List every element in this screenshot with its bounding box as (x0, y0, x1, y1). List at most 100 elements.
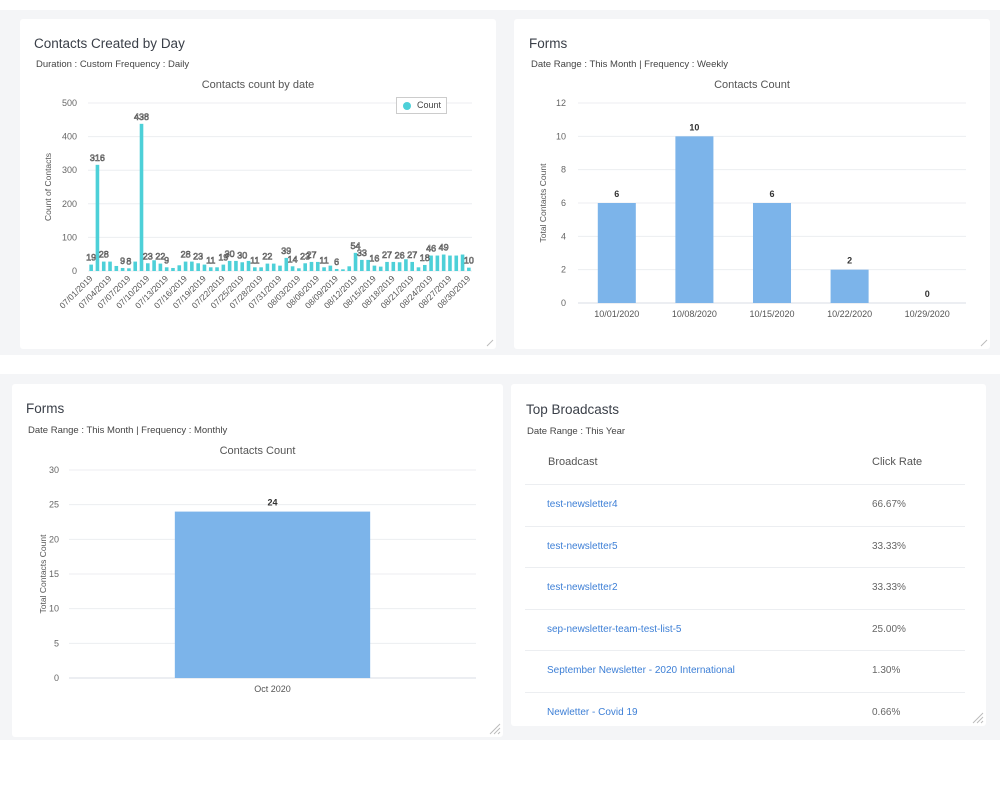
bar (278, 265, 282, 271)
card-title: Top Broadcasts (526, 402, 620, 417)
data-label: 27 (407, 250, 417, 260)
x-tick-label: Oct 2020 (254, 684, 291, 694)
bar (385, 261, 389, 271)
bar (271, 263, 276, 271)
bar (378, 266, 383, 271)
y-tick-label: 0 (72, 266, 77, 276)
data-label: 30 (225, 249, 235, 259)
bar (290, 266, 295, 271)
bar (830, 269, 869, 303)
bar (89, 264, 93, 271)
bar (303, 263, 307, 271)
bar (467, 267, 471, 271)
bar (429, 255, 433, 271)
bar (341, 269, 345, 271)
bar (127, 268, 131, 271)
column-header-broadcast[interactable]: Broadcast (548, 456, 598, 468)
broadcast-link[interactable]: sep-newsletter-team-test-list-5 (547, 624, 681, 635)
table-row: test-newsletter2 33.33% (525, 567, 965, 609)
bar (202, 264, 207, 271)
bar (208, 267, 213, 271)
data-label: 23 (143, 251, 153, 261)
bar (164, 267, 169, 271)
bar (108, 261, 112, 271)
x-tick-label: 10/01/2020 (594, 309, 639, 319)
click-rate-value: 1.30% (872, 665, 901, 676)
data-label: 23 (193, 251, 203, 261)
data-label: 18 (420, 253, 430, 263)
bar (322, 267, 326, 271)
bar (334, 268, 339, 271)
forms-weekly-card: Forms Date Range : This Month | Frequenc… (514, 19, 990, 349)
table-row: sep-newsletter-team-test-list-5 25.00% (525, 608, 965, 651)
bar (597, 203, 636, 303)
data-label: 16 (369, 254, 379, 264)
data-label: 46 (426, 244, 436, 254)
y-tick-label: 100 (62, 232, 77, 242)
data-label: 10 (689, 122, 699, 132)
bar (133, 261, 138, 271)
data-label: 26 (395, 250, 405, 260)
resize-handle-icon[interactable] (978, 337, 988, 347)
bar (422, 264, 427, 271)
bar (416, 267, 421, 271)
bar (177, 265, 182, 271)
bar (309, 261, 314, 271)
data-label: 33 (357, 248, 367, 258)
resize-handle-icon[interactable] (970, 710, 984, 724)
y-tick-label: 25 (49, 500, 59, 510)
y-axis-label: Total Contacts Count (38, 534, 48, 614)
contacts-by-day-card: Contacts Created by Day Duration : Custo… (20, 19, 496, 349)
bar (404, 259, 408, 271)
broadcast-link[interactable]: September Newsletter - 2020 Internationa… (547, 665, 735, 676)
broadcast-link[interactable]: test-newsletter2 (547, 582, 618, 593)
data-label: 28 (99, 250, 109, 260)
data-label: 9 (164, 255, 169, 265)
bar (391, 261, 396, 271)
bar (410, 261, 414, 271)
y-tick-label: 6 (561, 198, 566, 208)
y-tick-label: 5 (54, 638, 59, 648)
data-label: 10 (464, 256, 474, 266)
data-label: 49 (439, 243, 449, 253)
data-label: 6 (334, 257, 339, 267)
y-tick-label: 0 (561, 298, 566, 308)
y-tick-label: 12 (556, 98, 566, 108)
data-label: 27 (306, 250, 316, 260)
legend-dot-icon (403, 102, 411, 110)
data-label: 27 (382, 250, 392, 260)
bar (101, 261, 106, 271)
resize-handle-icon[interactable] (484, 337, 494, 347)
table-row: September Newsletter - 2020 Internationa… (525, 650, 965, 692)
bar (253, 267, 257, 271)
monthly-bar-chart: 0 5 10 15 20 25 30 Total Contacts Count 24 Oct 20… (38, 465, 476, 694)
click-rate-value: 0.66% (872, 706, 901, 718)
x-tick-label: 10/29/2020 (905, 309, 950, 319)
y-tick-label: 20 (49, 534, 59, 544)
table-row: test-newsletter5 33.33% (525, 525, 965, 568)
bar (372, 265, 377, 271)
broadcast-link[interactable]: Newletter - Covid 19 (547, 707, 638, 718)
resize-handle-icon[interactable] (487, 721, 501, 735)
table-row: Newletter - Covid 19 0.66% (525, 691, 965, 734)
bar (196, 263, 200, 271)
bar (448, 255, 452, 271)
bar (152, 260, 156, 271)
data-label: 6 (769, 189, 774, 199)
bar (227, 260, 232, 271)
x-tick-label: 10/22/2020 (827, 309, 872, 319)
y-tick-label: 0 (54, 673, 59, 683)
broadcast-link[interactable]: test-newsletter5 (547, 541, 618, 552)
x-tick-label: 10/08/2020 (672, 309, 717, 319)
bar (114, 265, 119, 271)
bar (397, 262, 402, 271)
legend-count[interactable]: Count (396, 97, 447, 114)
data-label: 28 (181, 250, 191, 260)
weekly-bar-chart: 0 2 4 6 8 10 12 Total Contacts Count 6 10/01/2020… (538, 98, 966, 319)
click-rate-value: 33.33% (872, 582, 906, 593)
column-header-click-rate[interactable]: Click Rate (872, 456, 922, 468)
card-subtitle: Date Range : This Year (527, 426, 626, 437)
data-label: 24 (267, 498, 277, 508)
data-label: 30 (237, 250, 247, 260)
broadcast-link[interactable]: test-newsletter4 (547, 499, 618, 510)
